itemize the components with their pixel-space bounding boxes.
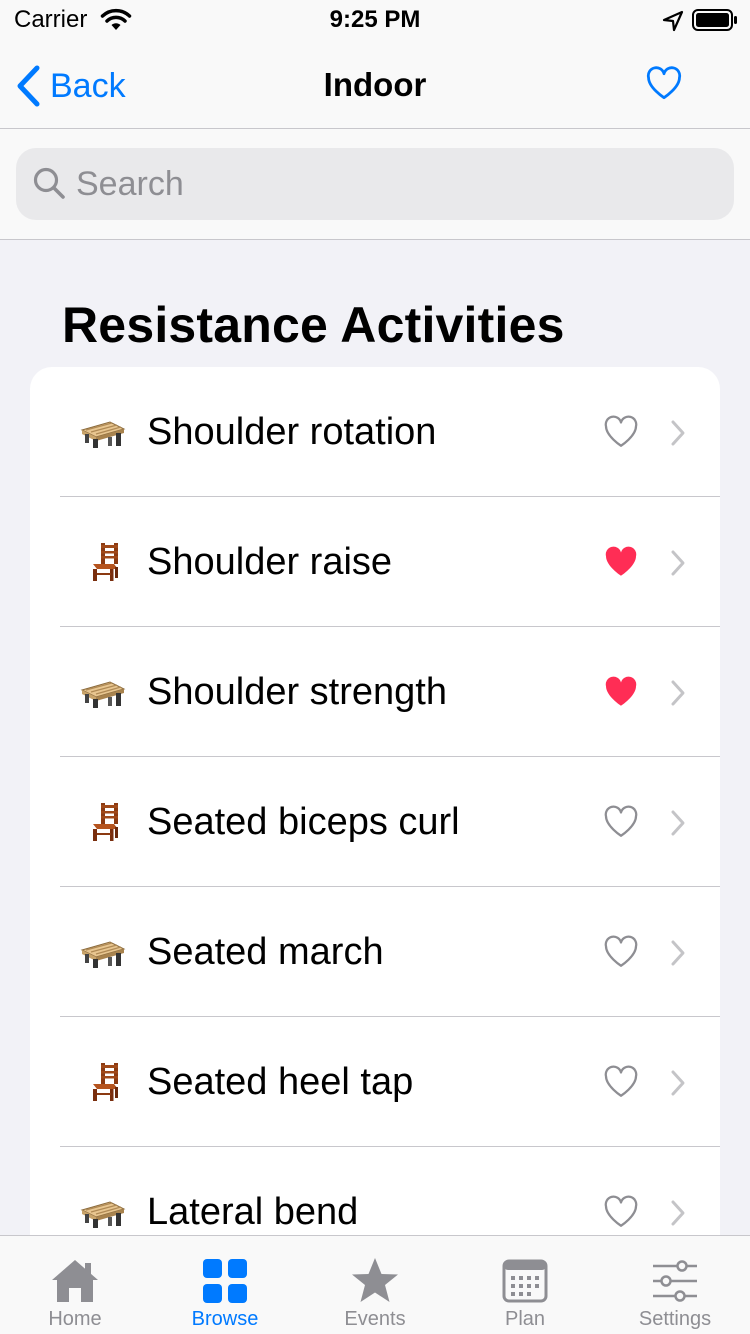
tab-browse[interactable]: Browse bbox=[150, 1236, 300, 1334]
activity-row[interactable]: Seated march bbox=[30, 887, 720, 1017]
tab-label: Settings bbox=[638, 1308, 712, 1330]
chair-icon bbox=[80, 1062, 126, 1102]
activity-label: Seated march bbox=[147, 931, 384, 973]
activity-label: Shoulder raise bbox=[147, 541, 393, 583]
chevron-right-icon bbox=[670, 1199, 686, 1232]
heart-outline-icon[interactable] bbox=[603, 1195, 639, 1233]
tab-label: Events bbox=[344, 1308, 406, 1330]
tab-label: Browse bbox=[191, 1308, 259, 1330]
tab-plan[interactable]: Plan bbox=[450, 1236, 600, 1334]
activity-label: Lateral bend bbox=[147, 1191, 359, 1233]
search-bar-container bbox=[0, 129, 750, 240]
chevron-right-icon bbox=[670, 809, 686, 842]
favorites-heart-icon[interactable] bbox=[645, 66, 683, 100]
activity-row[interactable]: Seated biceps curl bbox=[30, 757, 720, 887]
section-title: Resistance Activities bbox=[62, 297, 565, 353]
chair-icon bbox=[80, 542, 126, 582]
activity-label: Seated heel tap bbox=[147, 1061, 414, 1103]
tab-label: Home bbox=[48, 1308, 102, 1330]
bench-icon bbox=[80, 412, 126, 452]
activity-row[interactable]: Shoulder strength bbox=[30, 627, 720, 757]
status-time: 9:25 PM bbox=[329, 6, 421, 33]
chevron-right-icon bbox=[670, 939, 686, 972]
bench-icon bbox=[80, 672, 126, 712]
navigation-bar: Back Indoor bbox=[0, 40, 750, 129]
search-box[interactable] bbox=[16, 148, 734, 220]
star-icon bbox=[350, 1256, 400, 1306]
activity-label: Shoulder strength bbox=[147, 671, 447, 713]
search-icon bbox=[33, 167, 65, 199]
tab-bar: Home Browse Events Plan Settings bbox=[0, 1235, 750, 1334]
chevron-right-icon bbox=[670, 679, 686, 712]
tab-label: Plan bbox=[504, 1308, 546, 1330]
activity-list: Shoulder rotation Shoulder raise Shoulder … bbox=[30, 367, 720, 1267]
heart-outline-icon[interactable] bbox=[603, 805, 639, 843]
activity-label: Shoulder rotation bbox=[147, 411, 437, 453]
chevron-right-icon bbox=[670, 549, 686, 582]
home-icon bbox=[50, 1256, 100, 1306]
activity-label: Seated biceps curl bbox=[147, 801, 460, 843]
grid-icon bbox=[200, 1256, 250, 1306]
tab-settings[interactable]: Settings bbox=[600, 1236, 750, 1334]
sliders-icon bbox=[650, 1256, 700, 1306]
chair-icon bbox=[80, 802, 126, 842]
status-bar: Carrier 9:25 PM bbox=[0, 0, 750, 40]
bench-icon bbox=[80, 932, 126, 972]
chevron-right-icon bbox=[670, 1069, 686, 1102]
tab-home[interactable]: Home bbox=[0, 1236, 150, 1334]
heart-filled-icon[interactable] bbox=[603, 545, 639, 583]
calendar-icon bbox=[500, 1256, 550, 1306]
battery-icon bbox=[692, 9, 737, 31]
heart-outline-icon[interactable] bbox=[603, 935, 639, 973]
location-arrow-icon bbox=[662, 10, 684, 32]
activity-row[interactable]: Seated heel tap bbox=[30, 1017, 720, 1147]
activity-row[interactable]: Shoulder raise bbox=[30, 497, 720, 627]
heart-outline-icon[interactable] bbox=[603, 1065, 639, 1103]
page-title: Indoor bbox=[323, 66, 427, 103]
activity-row[interactable]: Shoulder rotation bbox=[30, 367, 720, 497]
bench-icon bbox=[80, 1192, 126, 1232]
search-input[interactable] bbox=[76, 148, 716, 220]
tab-events[interactable]: Events bbox=[300, 1236, 450, 1334]
heart-filled-icon[interactable] bbox=[603, 675, 639, 713]
heart-outline-icon[interactable] bbox=[603, 415, 639, 453]
chevron-right-icon bbox=[670, 419, 686, 452]
